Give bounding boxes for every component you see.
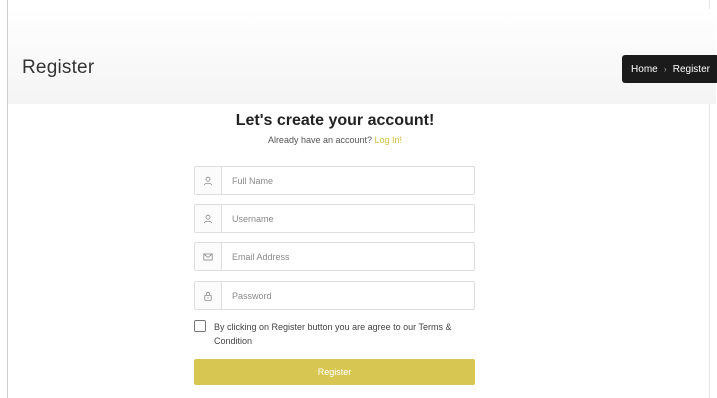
full-name-field [194,166,475,195]
terms-agreement: By clicking on Register button you are a… [194,320,484,348]
password-input[interactable] [222,282,474,309]
password-field [194,281,475,310]
page-header: Register Home › Register [8,9,717,104]
form-heading-block: Let's create your account! Already have … [194,112,476,145]
email-field [194,242,475,271]
terms-label: By clicking on Register button you are a… [214,322,452,346]
breadcrumb-home-link[interactable]: Home [631,64,658,75]
user-icon [195,167,222,194]
username-field [194,204,475,233]
lock-icon [195,282,222,309]
full-name-input[interactable] [222,167,474,194]
terms-checkbox[interactable] [194,320,206,332]
user-icon [195,205,222,232]
login-prompt-text: Already have an account? [267,135,373,145]
envelope-icon [195,243,222,270]
register-button[interactable]: Register [194,359,475,385]
page-title: Register [22,57,95,78]
breadcrumb-separator: › [663,64,667,74]
form-heading: Let's create your account! [235,112,435,129]
login-link[interactable]: Log In! [375,135,403,145]
username-input[interactable] [222,205,474,232]
breadcrumb: Home › Register [622,55,717,83]
login-prompt: Already have an account? Log In! [194,135,476,145]
breadcrumb-current: Register [672,63,710,75]
email-input[interactable] [222,243,474,270]
